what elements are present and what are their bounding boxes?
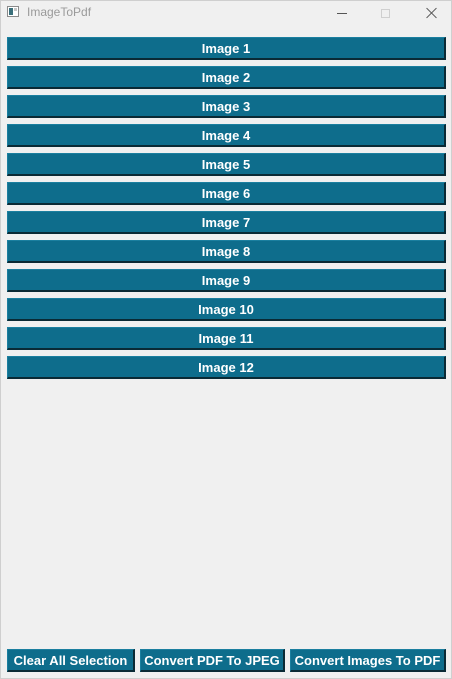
image-button-8[interactable]: Image 8: [7, 240, 446, 263]
convert-images-to-pdf-button[interactable]: Convert Images To PDF: [290, 649, 446, 672]
minimize-icon: [336, 12, 347, 14]
minimize-button[interactable]: [319, 1, 364, 25]
maximize-button[interactable]: [363, 1, 408, 25]
image-button-2[interactable]: Image 2: [7, 66, 446, 89]
image-button-6[interactable]: Image 6: [7, 182, 446, 205]
clear-all-selection-button[interactable]: Clear All Selection: [7, 649, 135, 672]
action-bar: Clear All Selection Convert PDF To JPEG …: [1, 649, 452, 673]
image-button-7[interactable]: Image 7: [7, 211, 446, 234]
image-button-3[interactable]: Image 3: [7, 95, 446, 118]
app-window: ImageToPdf Image 1 Image 2 Image 3 Image…: [0, 0, 452, 679]
image-button-9[interactable]: Image 9: [7, 269, 446, 292]
close-icon: [426, 7, 438, 19]
title-bar[interactable]: ImageToPdf: [1, 1, 451, 25]
convert-pdf-to-jpeg-button[interactable]: Convert PDF To JPEG: [140, 649, 285, 672]
close-button[interactable]: [409, 1, 452, 25]
image-button-12[interactable]: Image 12: [7, 356, 446, 379]
image-list: Image 1 Image 2 Image 3 Image 4 Image 5 …: [7, 37, 446, 385]
window-title: ImageToPdf: [27, 5, 92, 19]
image-button-5[interactable]: Image 5: [7, 153, 446, 176]
image-button-11[interactable]: Image 11: [7, 327, 446, 350]
image-button-10[interactable]: Image 10: [7, 298, 446, 321]
image-button-4[interactable]: Image 4: [7, 124, 446, 147]
maximize-icon: [381, 8, 390, 18]
image-app-icon: [7, 6, 19, 17]
image-button-1[interactable]: Image 1: [7, 37, 446, 60]
